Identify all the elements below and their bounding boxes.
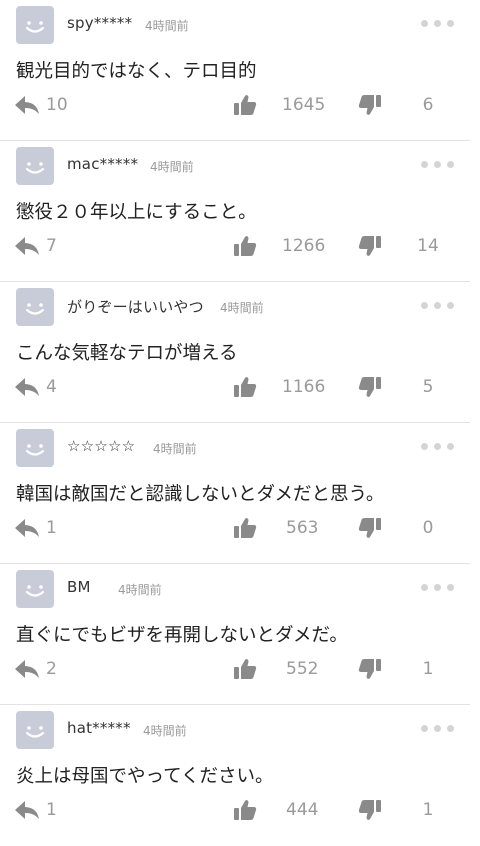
thumbs-up-icon[interactable] [233, 798, 257, 826]
comment-text: こんな気軽なテロが増える [16, 343, 238, 364]
comment-actions: 2 552 1 [0, 652, 470, 688]
reply-count: 1 [46, 518, 57, 538]
comment-item: hat***** 4時間前 炎上は母国でやってください。 1 444 1 [0, 705, 470, 846]
comment-actions: 1 444 1 [0, 793, 470, 829]
reply-count: 10 [46, 95, 68, 115]
comment-text: 韓国は敵国だと認識しないとダメだと思う。 [16, 484, 385, 505]
reply-arrow-icon[interactable] [14, 658, 40, 684]
smiley-avatar-icon[interactable] [16, 6, 54, 44]
comment-text: 炎上は母国でやってください。 [16, 766, 274, 787]
reply-count: 4 [46, 377, 57, 397]
comment-actions: 4 1166 5 [0, 370, 470, 406]
comment-author[interactable]: ☆☆☆☆☆ [67, 437, 135, 455]
more-dots-icon[interactable] [421, 443, 454, 450]
like-count: 1266 [282, 236, 326, 256]
comment-text: 懲役２０年以上にすること。 [16, 202, 257, 223]
comment-author[interactable]: mac***** [67, 155, 138, 173]
like-count: 444 [286, 800, 319, 820]
comment-time: 4時間前 [153, 442, 197, 456]
smiley-avatar-icon[interactable] [16, 570, 54, 608]
thumbs-up-icon[interactable] [233, 657, 257, 685]
thumbs-down-icon[interactable] [358, 93, 382, 121]
like-count: 1645 [282, 95, 326, 115]
reply-arrow-icon[interactable] [14, 376, 40, 402]
more-dots-icon[interactable] [421, 302, 454, 309]
reply-arrow-icon[interactable] [14, 799, 40, 825]
thumbs-down-icon[interactable] [358, 234, 382, 262]
like-count: 563 [286, 518, 319, 538]
comment-item: spy***** 4時間前 観光目的ではなく、テロ目的 10 1645 6 [0, 0, 470, 141]
smiley-avatar-icon[interactable] [16, 429, 54, 467]
comment-item: がりぞーはいいやつ 4時間前 こんな気軽なテロが増える 4 1166 5 [0, 282, 470, 423]
comment-time: 4時間前 [150, 160, 194, 174]
smiley-avatar-icon[interactable] [16, 288, 54, 326]
comment-time: 4時間前 [118, 583, 162, 597]
dislike-count: 1 [422, 659, 434, 679]
comment-text: 直ぐにでもビザを再開しないとダメだ。 [16, 625, 348, 646]
thumbs-up-icon[interactable] [233, 375, 257, 403]
smiley-avatar-icon[interactable] [16, 147, 54, 185]
thumbs-up-icon[interactable] [233, 93, 257, 121]
dislike-count: 5 [422, 377, 434, 397]
comment-item: ☆☆☆☆☆ 4時間前 韓国は敵国だと認識しないとダメだと思う。 1 563 0 [0, 423, 470, 564]
comment-item: mac***** 4時間前 懲役２０年以上にすること。 7 1266 14 [0, 141, 470, 282]
comment-author[interactable]: spy***** [67, 14, 132, 32]
comment-actions: 10 1645 6 [0, 88, 470, 124]
dislike-count: 6 [422, 95, 434, 115]
thumbs-up-icon[interactable] [233, 516, 257, 544]
reply-count: 1 [46, 800, 57, 820]
more-dots-icon[interactable] [421, 161, 454, 168]
dislike-count: 14 [417, 236, 439, 256]
comment-actions: 1 563 0 [0, 511, 470, 547]
dislike-count: 1 [422, 800, 434, 820]
more-dots-icon[interactable] [421, 725, 454, 732]
more-dots-icon[interactable] [421, 20, 454, 27]
dislike-count: 0 [422, 518, 434, 538]
comment-author[interactable]: がりぞーはいいやつ [67, 296, 204, 317]
comment-time: 4時間前 [145, 19, 189, 33]
comment-item: BM 4時間前 直ぐにでもビザを再開しないとダメだ。 2 552 1 [0, 564, 470, 705]
thumbs-down-icon[interactable] [358, 516, 382, 544]
reply-arrow-icon[interactable] [14, 235, 40, 261]
like-count: 552 [286, 659, 319, 679]
like-count: 1166 [282, 377, 326, 397]
thumbs-down-icon[interactable] [358, 657, 382, 685]
smiley-avatar-icon[interactable] [16, 711, 54, 749]
reply-count: 7 [46, 236, 57, 256]
comment-time: 4時間前 [220, 301, 264, 315]
reply-arrow-icon[interactable] [14, 517, 40, 543]
thumbs-down-icon[interactable] [358, 375, 382, 403]
comment-text: 観光目的ではなく、テロ目的 [16, 61, 257, 82]
comment-author[interactable]: hat***** [67, 719, 131, 737]
comment-time: 4時間前 [143, 724, 187, 738]
reply-arrow-icon[interactable] [14, 94, 40, 120]
comment-actions: 7 1266 14 [0, 229, 470, 265]
thumbs-up-icon[interactable] [233, 234, 257, 262]
thumbs-down-icon[interactable] [358, 798, 382, 826]
more-dots-icon[interactable] [421, 584, 454, 591]
reply-count: 2 [46, 659, 57, 679]
comment-author[interactable]: BM [67, 578, 91, 596]
comment-list: spy***** 4時間前 観光目的ではなく、テロ目的 10 1645 6 ma… [0, 0, 480, 846]
